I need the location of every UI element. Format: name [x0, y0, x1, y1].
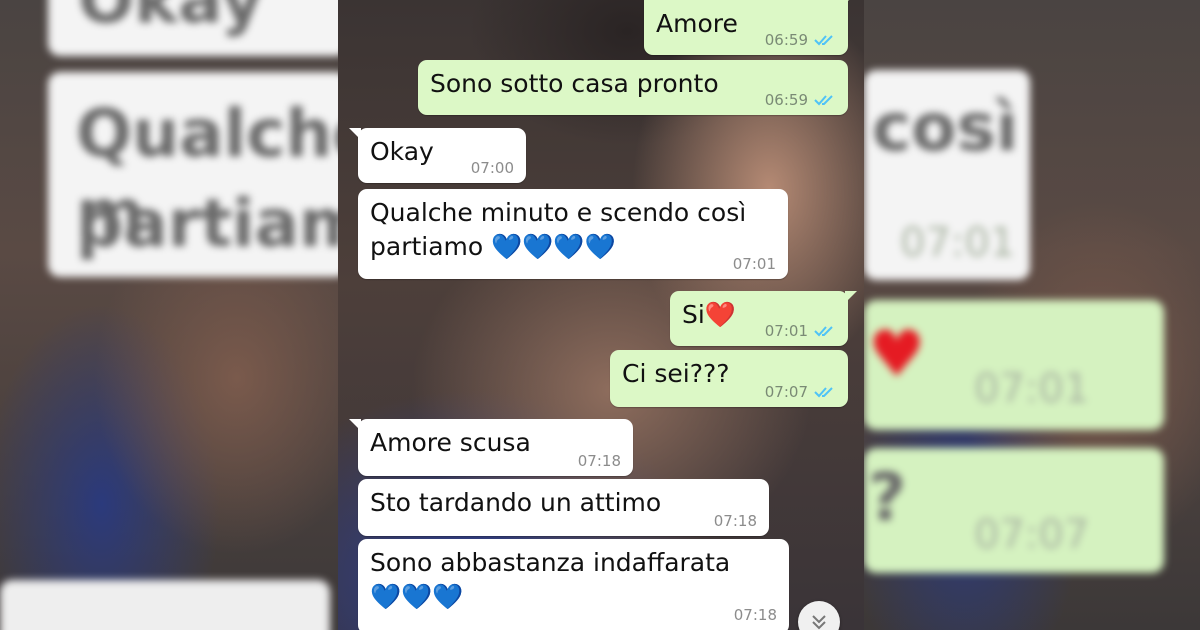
ghost-text: partiamo: [76, 185, 338, 262]
message-time: 07:18: [713, 512, 757, 530]
message-time: 07:01: [764, 322, 808, 340]
message-time: 07:07: [764, 383, 808, 401]
left-blurred-background: Okay Qualche m partiamo: [0, 0, 338, 630]
chevron-down-icon: [812, 615, 826, 630]
ghost-text: così: [872, 89, 1019, 166]
message-meta: 06:59: [765, 91, 836, 109]
message-bubble-incoming[interactable]: Sono abbastanza indaffarata 💙💙💙 07:18: [358, 539, 789, 630]
message-bubble-incoming[interactable]: Sto tardando un attimo 07:18: [358, 479, 769, 536]
ghost-text: ?: [868, 459, 907, 536]
message-meta: 07:07: [765, 383, 836, 401]
message-text: Sono abbastanza indaffarata 💙💙💙: [370, 548, 731, 611]
message-meta: 07:01: [765, 322, 836, 340]
chat-conversation[interactable]: Amore 06:59 Sono sotto casa pronto 06:59…: [338, 0, 864, 630]
right-blurred-background: così 07:01 ♥ 07:01 ? 07:07: [864, 0, 1200, 630]
ghost-bubble: ♥ 07:01: [864, 300, 1164, 430]
message-meta: 07:01: [733, 255, 776, 273]
ghost-time: 07:01: [900, 220, 1016, 266]
message-time: 07:01: [732, 255, 776, 273]
ghost-time: 07:07: [974, 512, 1090, 558]
ghost-bubble: Qualche m partiamo: [48, 72, 338, 277]
message-time: 06:59: [764, 91, 808, 109]
message-meta: 07:18: [714, 512, 757, 530]
message-time: 07:18: [733, 606, 777, 624]
message-bubble-outgoing[interactable]: Ci sei??? 07:07: [610, 350, 848, 407]
message-time: 06:59: [764, 31, 808, 49]
double-check-read-icon: [814, 387, 833, 398]
message-meta: 06:59: [765, 31, 836, 49]
message-bubble-outgoing[interactable]: Si❤️ 07:01: [670, 291, 857, 346]
double-check-read-icon: [814, 326, 833, 337]
message-bubble-incoming[interactable]: Amore scusa 07:18: [349, 419, 633, 476]
message-text: Sto tardando un attimo: [370, 488, 662, 517]
scroll-to-bottom-button[interactable]: [798, 601, 840, 630]
ghost-text: Okay: [78, 0, 264, 40]
ghost-bubble: Okay: [48, 0, 338, 56]
ghost-bubble: ? 07:07: [864, 448, 1164, 573]
message-meta: 07:18: [734, 606, 777, 624]
message-meta: 07:00: [471, 159, 514, 177]
double-check-read-icon: [814, 35, 833, 46]
message-time: 07:18: [577, 452, 621, 470]
message-text: Qualche minuto e scendo così partiamo 💙💙…: [370, 198, 747, 261]
double-check-read-icon: [814, 95, 833, 106]
message-bubble-outgoing[interactable]: Amore 06:59: [644, 0, 857, 55]
message-bubble-incoming[interactable]: Okay 07:00: [349, 128, 526, 183]
message-bubble-incoming[interactable]: Qualche minuto e scendo così partiamo 💙💙…: [358, 189, 788, 279]
ghost-bubble: [0, 580, 330, 630]
ghost-bubble: così 07:01: [864, 70, 1030, 280]
message-bubble-outgoing[interactable]: Sono sotto casa pronto 06:59: [418, 60, 848, 115]
ghost-time: 07:01: [974, 366, 1090, 412]
message-time: 07:00: [470, 159, 514, 177]
heart-icon: ♥: [868, 318, 926, 392]
message-meta: 07:18: [578, 452, 621, 470]
